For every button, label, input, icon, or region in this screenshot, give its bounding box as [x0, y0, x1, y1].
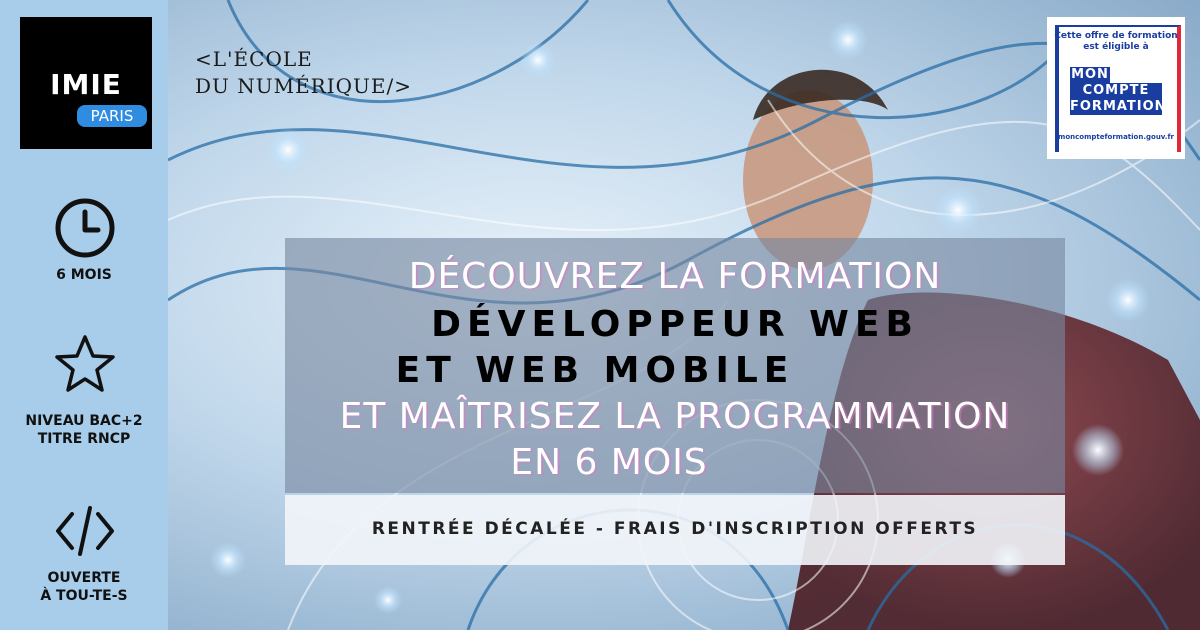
badge-text-1: Cette offre de formation: [1054, 31, 1178, 41]
info-banner-text: RENTRÉE DÉCALÉE - FRAIS D'INSCRIPTION OF…: [371, 519, 979, 539]
star-icon: [55, 335, 115, 392]
badge-text-2: est éligible à: [1083, 42, 1149, 52]
headline-line-5: EN 6 MOIS: [510, 442, 708, 483]
sidebar: IMIE PARIS 6 MOIS NIVEAU BAC+2 TITRE RNC…: [0, 0, 168, 630]
badge-brand-mon: MON: [1070, 67, 1110, 83]
logo-name: IMIE: [50, 68, 122, 101]
headline-line-3: ET WEB MOBILE: [395, 350, 795, 391]
mon-compte-formation-badge[interactable]: Cette offre de formation est éligible à …: [1047, 17, 1185, 159]
badge-brand-compte: COMPTE: [1070, 83, 1162, 99]
logo-city: PARIS: [77, 105, 147, 127]
imie-paris-logo[interactable]: IMIE PARIS: [20, 17, 152, 149]
headline-line-2: DÉVELOPPEUR WEB: [431, 304, 919, 345]
feature-duration-label: 6 MOIS: [56, 267, 112, 283]
info-banner: RENTRÉE DÉCALÉE - FRAIS D'INSCRIPTION OF…: [285, 495, 1065, 565]
badge-url: moncompteformation.gouv.fr: [1058, 133, 1174, 141]
headline-line-1: DÉCOUVREZ LA FORMATION: [408, 256, 942, 297]
feature-level-label: NIVEAU BAC+2 TITRE RNCP: [25, 413, 143, 447]
school-slogan: <L'ÉCOLE DU NUMÉRIQUE/>: [195, 47, 412, 98]
feature-open-label: OUVERTE À TOU-TE-S: [40, 570, 128, 604]
headline-line-4: ET MAÎTRISEZ LA PROGRAMMATION: [339, 396, 1011, 437]
headline-panel: DÉCOUVREZ LA FORMATION DÉVELOPPEUR WEB E…: [285, 238, 1065, 493]
badge-brand-formation: FORMATION: [1070, 99, 1167, 115]
code-icon: [56, 506, 114, 556]
clock-icon: [55, 198, 115, 258]
